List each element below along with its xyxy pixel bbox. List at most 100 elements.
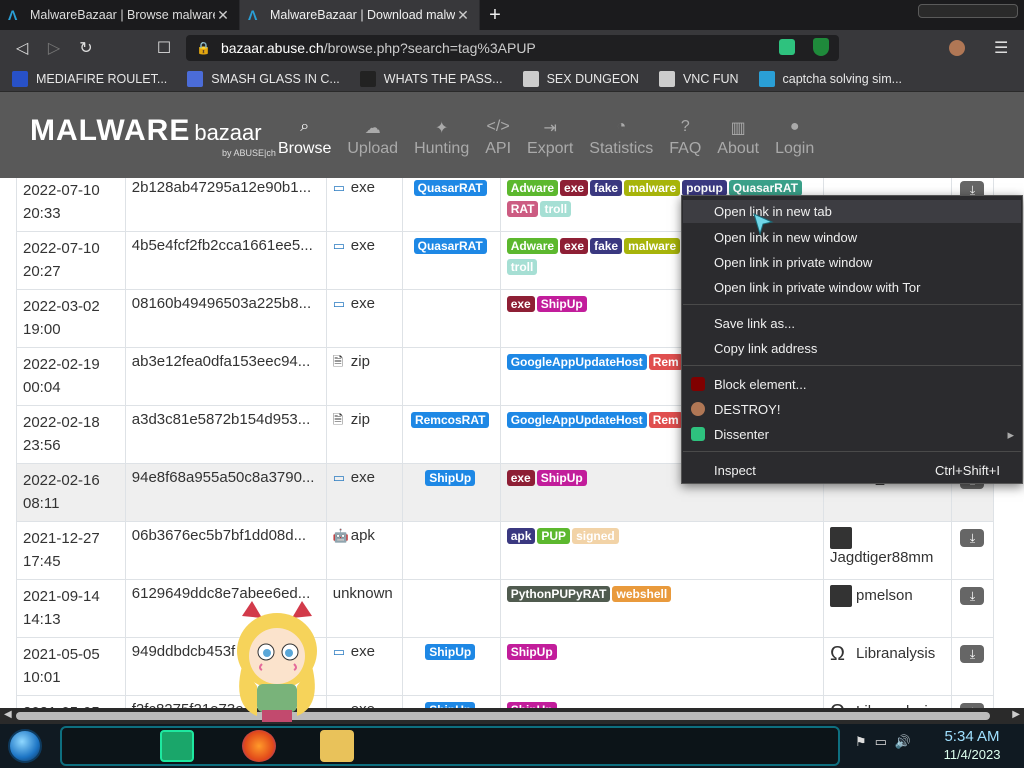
nav-item-faq[interactable]: ? FAQ (669, 118, 701, 158)
menu-inspect[interactable]: Inspect (714, 463, 756, 478)
tag-badge[interactable]: fake (590, 180, 623, 196)
shield-extension-icon[interactable] (813, 38, 829, 56)
menu-open-private-window[interactable]: Open link in private window (714, 255, 872, 270)
start-button[interactable] (8, 729, 42, 763)
tag-badge[interactable]: exe (560, 238, 589, 254)
back-button[interactable]: ◁ (6, 32, 38, 64)
tag-badge[interactable]: troll (506, 259, 538, 275)
tag-badge[interactable]: Adware (506, 180, 559, 196)
taskbar-clock[interactable]: 5:34 AM 11/4/2023 (932, 728, 1012, 764)
nav-item-api[interactable]: </> API (485, 118, 511, 158)
signature-cell (401, 289, 501, 348)
hash-link[interactable]: a3d3c81e5872b154d953... (132, 411, 311, 428)
bookmark-item[interactable]: VNC FUN (658, 70, 739, 87)
tab-download[interactable]: Λ MalwareBazaar | Download malwa ✕ (240, 0, 480, 30)
menu-copy-link[interactable]: Copy link address (714, 341, 817, 356)
hash-link[interactable]: 4b5e4fcf2fb2cca1661ee5... (132, 237, 313, 254)
hash-link[interactable]: 06b3676ec5b7bf1dd08d... (132, 527, 306, 544)
signature-badge[interactable]: ShipUp (425, 644, 476, 660)
close-icon[interactable]: ✕ (455, 7, 471, 24)
nav-item-about[interactable]: ▥ About (717, 118, 759, 158)
site-logo[interactable]: MALWARE bazaar by ABUSE|ch (30, 114, 276, 158)
signature-badge[interactable]: ShipUp (425, 470, 476, 486)
dissenter-taskbar-app[interactable] (160, 730, 194, 762)
tag-badge[interactable]: QuasarRAT (728, 180, 802, 196)
signature-badge[interactable]: QuasarRAT (413, 180, 487, 196)
new-tab-button[interactable]: + (480, 0, 510, 30)
hamburger-menu-icon[interactable]: ☰ (994, 38, 1008, 58)
close-icon[interactable]: ✕ (215, 7, 231, 24)
url-bar[interactable]: 🔒 bazaar.abuse.ch /browse.php?search=tag… (186, 35, 839, 61)
download-icon[interactable]: ⤓ (960, 587, 985, 605)
bookmark-item[interactable]: captcha solving sim... (758, 70, 902, 87)
forward-button[interactable]: ▷ (38, 32, 70, 64)
scrollbar-thumb[interactable] (16, 712, 990, 720)
menu-open-new-tab[interactable]: Open link in new tab (683, 200, 1021, 223)
nav-item-hunting[interactable]: ✦ Hunting (414, 118, 469, 158)
menu-block-element[interactable]: Block element... (714, 377, 807, 392)
tag-badge[interactable]: Rem (648, 412, 683, 428)
profile-avatar[interactable] (949, 40, 965, 56)
hash-link[interactable]: ab3e12fea0dfa153eec94... (132, 353, 311, 370)
signature-badge[interactable]: RemcosRAT (410, 412, 490, 428)
tag-badge[interactable]: webshell (612, 586, 672, 602)
bookmark-button[interactable]: ☐ (148, 32, 180, 64)
window-controls[interactable] (918, 4, 1018, 18)
reporter-link[interactable]: pmelson (856, 587, 913, 604)
bookmark-item[interactable]: SMASH GLASS IN C... (187, 70, 340, 87)
tag-badge[interactable]: exe (506, 470, 535, 486)
hash-link[interactable]: 08160b49496503a225b8... (132, 295, 311, 312)
firefox-taskbar-app[interactable] (242, 730, 276, 762)
menu-open-tor-window[interactable]: Open link in private window with Tor (714, 280, 920, 295)
tag-badge[interactable]: GoogleAppUpdateHost (506, 354, 647, 370)
tag-badge[interactable]: fake (590, 238, 623, 254)
nav-item-export[interactable]: ⇥ Export (527, 118, 573, 158)
nav-item-upload[interactable]: ☁ Upload (347, 118, 398, 158)
menu-save-link[interactable]: Save link as... (714, 316, 795, 331)
menu-destroy[interactable]: DESTROY! (714, 402, 780, 417)
tag-badge[interactable]: Adware (506, 238, 559, 254)
download-icon[interactable]: ⤓ (960, 645, 985, 663)
reporter-link[interactable]: Libranalysis (856, 645, 935, 662)
system-tray[interactable]: ⚑▭🔊 (855, 734, 919, 750)
tag-badge[interactable]: ShipUp (536, 470, 587, 486)
nav-item-statistics[interactable]: ◔ Statistics (589, 118, 653, 158)
file-explorer-taskbar-app[interactable] (320, 730, 354, 762)
tag-badge[interactable]: PUP (537, 528, 571, 544)
tag-badge[interactable]: malware (624, 238, 681, 254)
tag-badge[interactable]: ShipUp (536, 296, 587, 312)
tag-badge[interactable]: Rem (648, 354, 683, 370)
nav-item-login[interactable]: ● Login (775, 118, 814, 158)
tag-badge[interactable]: troll (540, 201, 572, 217)
reload-button[interactable]: ↻ (70, 32, 102, 64)
tag-badge[interactable]: signed (572, 528, 619, 544)
signature-badge[interactable]: QuasarRAT (413, 238, 487, 254)
menu-open-new-window[interactable]: Open link in new window (714, 230, 857, 245)
tag-badge[interactable]: exe (560, 180, 589, 196)
bookmark-item[interactable]: MEDIAFIRE ROULET... (12, 70, 167, 87)
bookmark-item[interactable]: WHATS THE PASS... (359, 70, 503, 87)
tag-badge[interactable]: apk (506, 528, 536, 544)
tab-browse[interactable]: Λ MalwareBazaar | Browse malware s ✕ (0, 0, 240, 30)
hash-cell: 4b5e4fcf2fb2cca1661ee5... (124, 231, 327, 290)
hash-link[interactable]: 949ddbdcb453f (132, 643, 235, 660)
reporter-link[interactable]: Jagdtiger88mm (830, 549, 933, 566)
dissenter-extension-icon[interactable] (779, 39, 795, 55)
tag-badge[interactable]: malware (624, 180, 681, 196)
hash-link[interactable]: 2b128ab47295a12e90b1... (132, 179, 311, 196)
nav-item-browse[interactable]: ⌕ Browse (278, 118, 331, 158)
tag-badge[interactable]: RAT (506, 201, 539, 217)
tag-badge[interactable]: exe (506, 296, 535, 312)
download-icon[interactable]: ⤓ (960, 529, 985, 547)
scroll-left-icon[interactable]: ◀ (4, 709, 12, 720)
tag-badge[interactable]: GoogleAppUpdateHost (506, 412, 647, 428)
tag-badge[interactable]: ShipUp (506, 644, 557, 660)
menu-dissenter[interactable]: Dissenter (714, 427, 769, 442)
tag-badge[interactable]: PythonPUPyRAT (506, 586, 611, 602)
filetype-text: apk (350, 527, 375, 544)
hash-link[interactable]: 94e8f68a955a50c8a3790... (132, 469, 315, 486)
bookmark-item[interactable]: SEX DUNGEON (522, 70, 639, 87)
scroll-right-icon[interactable]: ▶ (1012, 709, 1020, 720)
horizontal-scrollbar[interactable]: ◀ ▶ (0, 708, 1024, 724)
tag-badge[interactable]: popup (682, 180, 727, 196)
